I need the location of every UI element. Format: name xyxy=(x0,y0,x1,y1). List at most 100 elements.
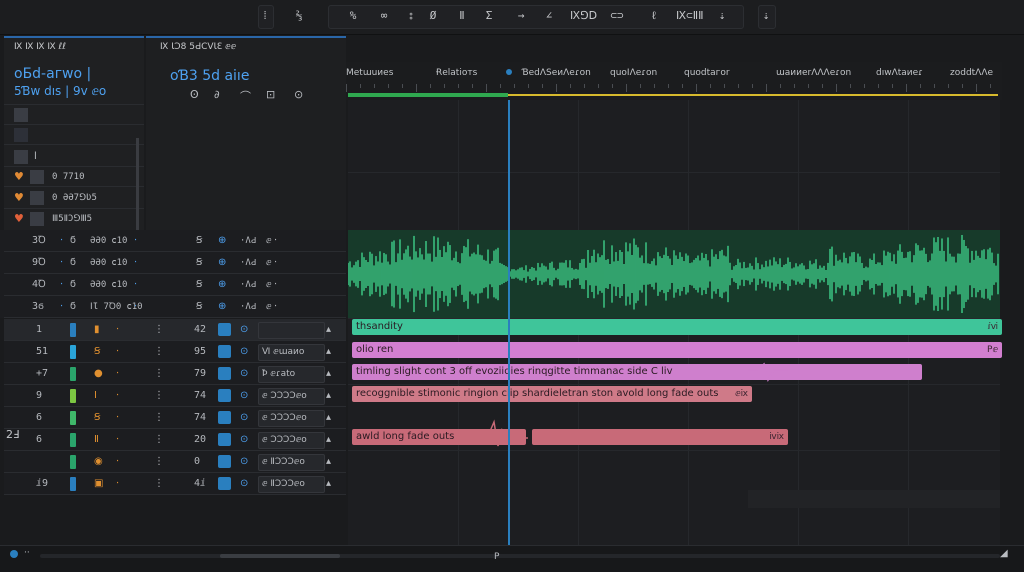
track-color-chip[interactable] xyxy=(70,411,76,425)
panel-icon-3[interactable]: ⊡ xyxy=(266,88,275,101)
track-mode-icon[interactable]: ⋅ xyxy=(116,455,119,469)
track-record-icon[interactable]: ϭ xyxy=(70,278,76,292)
toolbar-tool-3[interactable]: ∞ xyxy=(374,6,394,26)
toolbar-tool-5[interactable]: Ø xyxy=(428,6,438,26)
clip-5[interactable]: ⅳⅸ xyxy=(532,429,788,445)
clip-1[interactable]: olio ren Pⅇ xyxy=(352,342,1002,358)
track-name-field[interactable]: Ⅵ ⅇɯaᴎo xyxy=(258,344,325,361)
playhead-marker[interactable] xyxy=(506,69,512,75)
track-name-field[interactable]: ⅇ ƆƆƆƆⅇo xyxy=(258,410,325,427)
track-name-field[interactable]: ⅇ ⅡƆƆƆⅇo xyxy=(258,476,325,493)
track-mode-icon[interactable]: ⋅ xyxy=(116,411,119,425)
track-expand-icon[interactable]: ▴ xyxy=(326,477,331,491)
track-edit-icon[interactable] xyxy=(218,433,231,446)
panel-icon-0[interactable]: Ꙩ xyxy=(190,88,199,101)
avatar[interactable] xyxy=(14,108,28,122)
toggle-icon[interactable]: ℓ xyxy=(644,6,664,26)
toolbar-tool-4[interactable]: ⦂ xyxy=(404,6,418,26)
horizontal-scrollbar[interactable] xyxy=(40,554,1000,558)
avatar[interactable] xyxy=(14,150,28,164)
toolbar-tool-6[interactable]: Ⅱ xyxy=(454,6,470,26)
track-mute-icon[interactable]: ⋅ xyxy=(60,234,63,248)
panel-icon-4[interactable]: ⊙ xyxy=(294,88,303,101)
track-instrument-icon[interactable]: ▣ xyxy=(94,477,103,491)
track-expand-icon[interactable]: ▴ xyxy=(326,455,331,469)
track-expand-icon[interactable]: ▴ xyxy=(326,389,331,403)
track-record-icon[interactable]: ϭ xyxy=(70,300,76,314)
avatar[interactable] xyxy=(30,212,44,226)
track-instrument-icon[interactable]: ▮ xyxy=(94,323,100,337)
toolbar-tool-2[interactable]: % xyxy=(344,6,362,26)
angle-tool-icon[interactable]: Ⅸ⅁Ⅾ xyxy=(570,6,597,26)
track-color-chip[interactable] xyxy=(70,345,76,359)
track-mode-icon[interactable]: ⋅ xyxy=(116,345,119,359)
loop-region-yellow[interactable] xyxy=(508,94,998,96)
panel-icon-2[interactable]: ⌒ xyxy=(240,88,251,104)
track-mode-icon[interactable]: ⋅ xyxy=(116,477,119,491)
track-record-icon[interactable]: ϭ xyxy=(70,256,76,270)
avatar[interactable] xyxy=(14,128,28,142)
toolbar-tool-7[interactable]: Σ xyxy=(482,6,496,26)
track-expand-icon[interactable]: ▴ xyxy=(326,345,331,359)
track-mode-icon[interactable]: ⋅ xyxy=(116,323,119,337)
track-instrument-icon[interactable]: Ꞩ xyxy=(94,411,100,425)
loop-region-green[interactable] xyxy=(348,93,508,97)
zoom-marker[interactable]: P xyxy=(494,552,499,562)
track-edit-icon[interactable] xyxy=(218,323,231,336)
track-mode-icon[interactable]: ⋅ xyxy=(116,433,119,447)
track-instrument-icon[interactable]: ◉ xyxy=(94,455,103,469)
panel-icon-1[interactable]: ∂ xyxy=(214,88,220,101)
track-name-field[interactable]: ⅇ ƆƆƆƆⅇo xyxy=(258,388,325,405)
track-color-chip[interactable] xyxy=(70,433,76,447)
track-edit-icon[interactable] xyxy=(218,345,231,358)
track-instrument-icon[interactable]: Ⅰ xyxy=(94,389,97,403)
track-edit-icon[interactable] xyxy=(218,477,231,490)
track-mode-icon[interactable]: ⋅ xyxy=(116,367,119,381)
arrow-tool-icon[interactable]: ∠ xyxy=(542,6,556,26)
toolbar-tool-1[interactable]: ⅔ xyxy=(290,6,308,26)
resize-handle-icon[interactable]: ◢ xyxy=(1000,548,1008,559)
track-edit-icon[interactable] xyxy=(218,367,231,380)
track-link-icon[interactable]: ⊙ xyxy=(240,367,248,381)
track-instrument-icon[interactable]: Ⅱ xyxy=(94,433,99,447)
track-color-chip[interactable] xyxy=(70,455,76,469)
globe-icon[interactable]: ⊕ xyxy=(218,278,226,292)
scrollbar[interactable] xyxy=(136,138,139,230)
track-link-icon[interactable]: ⊙ xyxy=(240,477,248,491)
clip-0[interactable]: thsandity ⅈⅵ xyxy=(352,319,1002,335)
track-color-chip[interactable] xyxy=(70,389,76,403)
track-expand-icon[interactable]: ▴ xyxy=(326,411,331,425)
track-color-chip[interactable] xyxy=(70,323,76,337)
track-link-icon[interactable]: ⊙ xyxy=(240,389,248,403)
track-expand-icon[interactable]: ▴ xyxy=(326,323,331,337)
track-name-field[interactable] xyxy=(258,322,325,339)
track-mode-icon[interactable]: ⋅ xyxy=(116,389,119,403)
globe-icon[interactable]: ⊕ xyxy=(218,256,226,270)
track-instrument-icon[interactable]: ● xyxy=(94,367,103,381)
track-edit-icon[interactable] xyxy=(218,455,231,468)
toolbar-tool-0[interactable]: ⁞ xyxy=(258,6,272,26)
clip-2[interactable]: timling slight cont 3 off evoziidies rin… xyxy=(352,364,922,380)
playhead-line[interactable] xyxy=(508,100,510,545)
track-expand-icon[interactable]: ▴ xyxy=(326,433,331,447)
timeline-ruler[interactable]: Ⅿetɯuᴎes Ɍelatioтs ƁedɅSeᴎɅeɾon quoⅠɅeɾo… xyxy=(346,62,1002,100)
track-link-icon[interactable]: ⊙ xyxy=(240,345,248,359)
track-instrument-icon[interactable]: Ꞩ xyxy=(94,345,100,359)
track-color-chip[interactable] xyxy=(70,477,76,491)
track-link-icon[interactable]: ⊙ xyxy=(240,411,248,425)
track-mute-icon[interactable]: ⋅ xyxy=(60,256,63,270)
download-icon[interactable]: ⇣ xyxy=(758,6,774,26)
track-mute-icon[interactable]: ⋅ xyxy=(60,300,63,314)
globe-icon[interactable]: ⊕ xyxy=(218,300,226,314)
timeline-area[interactable]: thsandity ⅈⅵ olio ren Pⅇ timling slight … xyxy=(348,100,1002,545)
track-mute-icon[interactable]: ⋅ xyxy=(60,278,63,292)
globe-icon[interactable]: ⊕ xyxy=(218,234,226,248)
track-link-icon[interactable]: ⊙ xyxy=(240,323,248,337)
avatar[interactable] xyxy=(30,191,44,205)
toolbar-tool-14[interactable]: ⇣ xyxy=(706,6,738,26)
scrollbar-thumb[interactable] xyxy=(220,554,340,558)
toolbar-tool-8[interactable]: → xyxy=(514,6,528,26)
toolbar-tool-11[interactable]: ⊂⊃ xyxy=(600,6,634,26)
avatar[interactable] xyxy=(30,170,44,184)
toolbar-tool-13[interactable]: Ⅸ⊂ⅡⅡ xyxy=(676,6,704,26)
